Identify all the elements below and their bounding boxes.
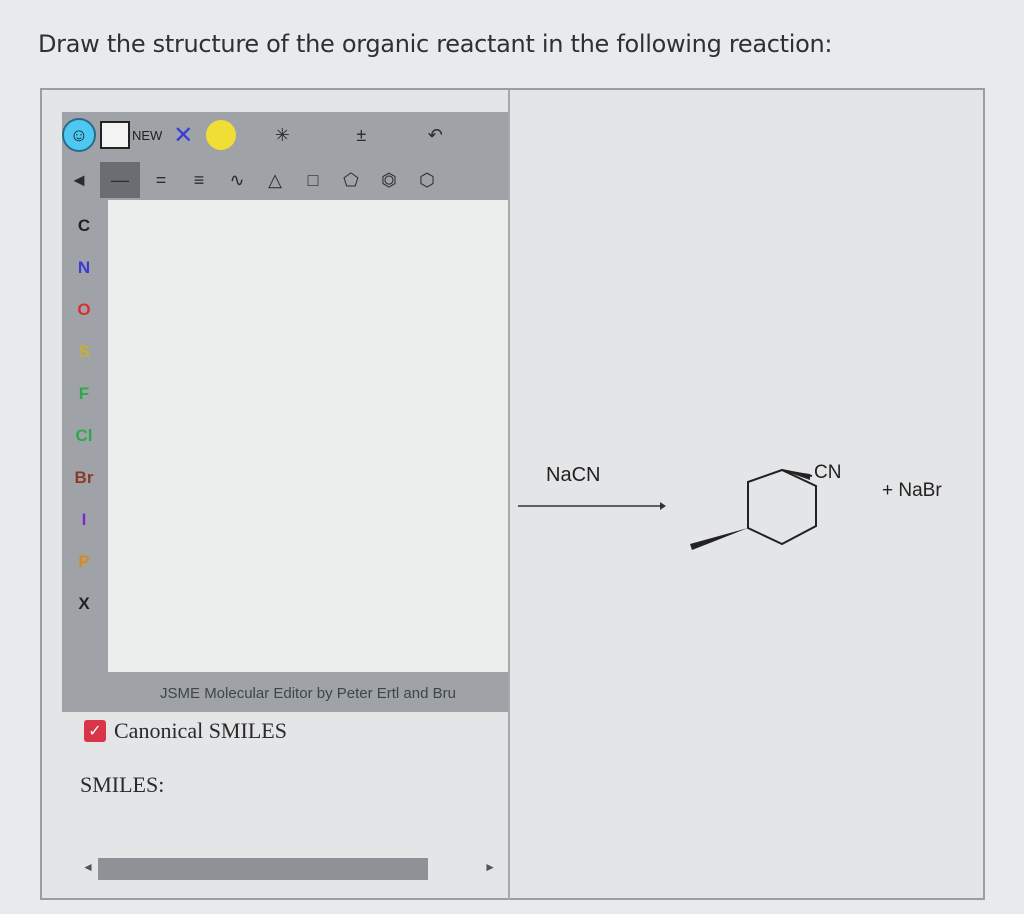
charge-icon[interactable]: ± (326, 117, 396, 153)
wedge-bond-methyl (690, 528, 748, 550)
scroll-left-icon[interactable]: ◄ (82, 860, 94, 874)
atom-i[interactable]: I (62, 499, 106, 541)
atom-palette: C N O S F Cl Br I P X (62, 205, 106, 625)
atom-label: P (78, 552, 90, 571)
benzene-ring-icon[interactable]: ⏣ (372, 162, 406, 198)
charge-dot-icon[interactable] (204, 117, 238, 153)
scroll-right-icon[interactable]: ► (484, 860, 496, 874)
arrowhead-icon (660, 502, 666, 510)
chain-icon[interactable]: ∿ (220, 162, 254, 198)
drawing-canvas[interactable] (108, 200, 508, 672)
triple-bond-icon[interactable]: ≡ (182, 162, 216, 198)
product-cn-label: CN (814, 462, 842, 483)
atom-label: Cl (75, 426, 93, 445)
smiles-scrollbar[interactable]: ◄ ► (80, 856, 500, 882)
single-bond-icon[interactable]: — (100, 162, 140, 198)
atom-p[interactable]: P (62, 541, 106, 583)
hexagon-ring-icon[interactable]: ⬡ (410, 162, 444, 198)
atom-label: N (77, 258, 91, 277)
smiles-label: SMILES: (80, 772, 165, 797)
atom-s[interactable]: S (62, 331, 106, 373)
atom-n[interactable]: N (62, 247, 106, 289)
atom-label: Br (74, 468, 94, 487)
toolbar-row-2: ◄ — = ≡ ∿ △ □ ⬠ ⏣ ⬡ (62, 160, 448, 200)
reaction-svg (518, 468, 817, 550)
wedge-bond-icon[interactable]: ◄ (62, 162, 96, 198)
pentagon-ring-icon[interactable]: ⬠ (334, 162, 368, 198)
atom-label: O (77, 300, 91, 319)
double-bond-icon[interactable]: = (144, 162, 178, 198)
undo-icon[interactable]: ↶ (400, 117, 470, 153)
cyclohexane-ring (747, 468, 817, 546)
canonical-smiles-label: Canonical SMILES (114, 718, 287, 743)
canonical-smiles-option[interactable]: ✓ Canonical SMILES (84, 718, 287, 744)
jsme-credit: JSME Molecular Editor by Peter Ertl and … (108, 676, 508, 710)
atom-o[interactable]: O (62, 289, 106, 331)
smile-icon[interactable]: ☺ (62, 117, 96, 153)
atom-c[interactable]: C (62, 205, 106, 247)
atom-br[interactable]: Br (62, 457, 106, 499)
new-canvas-icon[interactable]: NEW (100, 117, 162, 153)
atom-label: F (78, 384, 90, 403)
atom-x[interactable]: X (62, 583, 106, 625)
toolbar-row-1: ☺ NEW ✕ ✳ ± ↶ (62, 115, 474, 155)
atom-label: S (78, 342, 90, 361)
atom-f[interactable]: F (62, 373, 106, 415)
new-label: NEW (132, 127, 163, 143)
question-text: Draw the structure of the organic reacta… (38, 30, 833, 58)
r-group-icon[interactable]: ✳ (242, 117, 322, 153)
atom-label: I (81, 510, 87, 529)
atom-cl[interactable]: Cl (62, 415, 106, 457)
square-ring-icon[interactable]: □ (296, 162, 330, 198)
checkbox-checked-icon[interactable]: ✓ (84, 720, 106, 742)
scroll-thumb[interactable] (98, 858, 428, 880)
atom-label: C (77, 216, 91, 235)
delete-x-icon[interactable]: ✕ (166, 117, 200, 153)
triangle-ring-icon[interactable]: △ (258, 162, 292, 198)
atom-label: X (78, 594, 90, 613)
byproduct-label: + NaBr (882, 480, 942, 501)
